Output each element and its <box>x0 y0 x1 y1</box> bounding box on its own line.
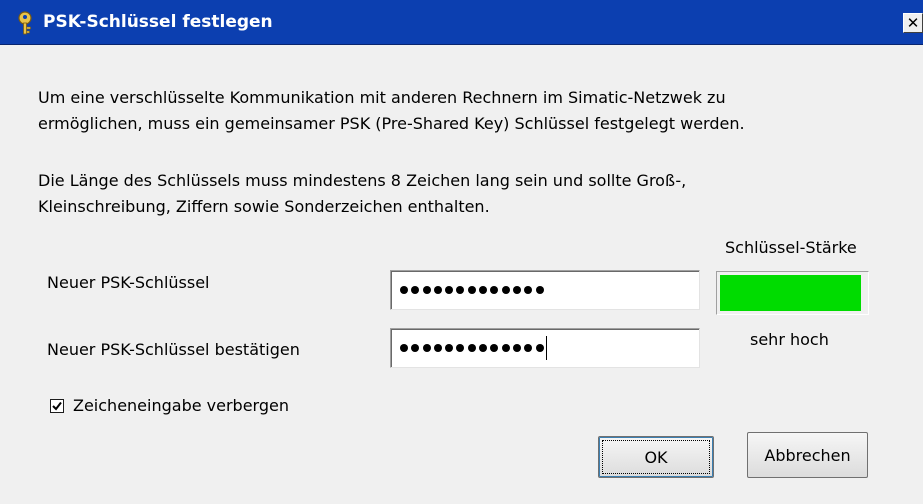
mask-dot <box>400 286 408 294</box>
hide-input-label: Zeicheneingabe verbergen <box>73 396 289 415</box>
cancel-button-label: Abbrechen <box>764 445 851 465</box>
close-icon: ✕ <box>906 13 920 32</box>
mask-dot <box>524 344 533 352</box>
title-bar[interactable]: PSK-Schlüssel festlegen ✕ <box>0 0 923 45</box>
mask-dot <box>411 344 420 352</box>
new-psk-masked-value <box>400 282 547 298</box>
mask-dot <box>501 286 510 294</box>
mask-dot <box>411 286 420 294</box>
mask-dot <box>490 344 499 352</box>
confirm-psk-label: Neuer PSK-Schlüssel bestätigen <box>47 340 300 359</box>
mask-dot <box>456 286 465 294</box>
new-psk-input[interactable] <box>390 270 700 310</box>
mask-dot <box>524 286 533 294</box>
ok-button[interactable]: OK <box>598 436 714 478</box>
mask-dot <box>433 344 442 352</box>
mask-dot <box>490 286 499 294</box>
checkmark-icon <box>52 401 62 411</box>
mask-dot <box>422 344 431 352</box>
intro-text: Um eine verschlüsselte Kommunikation mit… <box>38 85 898 137</box>
mask-dot <box>433 286 442 294</box>
new-psk-label: Neuer PSK-Schlüssel <box>47 273 210 292</box>
mask-dot <box>400 344 408 352</box>
mask-dot <box>479 344 488 352</box>
strength-value: sehr hoch <box>750 330 829 349</box>
mask-dot <box>445 344 454 352</box>
cancel-button[interactable]: Abbrechen <box>747 432 868 478</box>
text-caret <box>545 336 547 360</box>
ok-button-label: OK <box>644 447 668 467</box>
mask-dot <box>479 286 488 294</box>
confirm-psk-input[interactable] <box>390 328 700 368</box>
window-title: PSK-Schlüssel festlegen <box>43 12 273 32</box>
confirm-psk-masked-value <box>400 336 547 360</box>
hide-input-checkbox[interactable] <box>50 399 64 413</box>
rules-text: Die Länge des Schlüssels muss mindestens… <box>38 168 898 220</box>
intro-line-1: Um eine verschlüsselte Kommunikation mit… <box>38 88 726 107</box>
mask-dot <box>501 344 510 352</box>
mask-dot <box>422 286 431 294</box>
close-button[interactable]: ✕ <box>903 13 923 33</box>
mask-dot <box>456 344 465 352</box>
rules-line-1: Die Länge des Schlüssels muss mindestens… <box>38 171 687 190</box>
mask-dot <box>445 286 454 294</box>
mask-dot <box>535 344 544 352</box>
hide-input-option[interactable]: Zeicheneingabe verbergen <box>50 395 289 417</box>
dialog-window: PSK-Schlüssel festlegen ✕ Um eine versch… <box>0 0 923 504</box>
mask-dot <box>467 286 476 294</box>
mask-dot <box>512 344 521 352</box>
strength-meter <box>716 271 869 315</box>
mask-dot <box>467 344 476 352</box>
mask-dot <box>512 286 521 294</box>
rules-line-2: Kleinschreibung, Ziffern sowie Sonderzei… <box>38 197 490 216</box>
strength-meter-fill <box>720 275 861 311</box>
strength-label: Schlüssel-Stärke <box>725 238 857 257</box>
mask-dot <box>535 286 544 294</box>
intro-line-2: ermöglichen, muss ein gemeinsamer PSK (P… <box>38 114 745 133</box>
key-icon <box>18 11 32 35</box>
